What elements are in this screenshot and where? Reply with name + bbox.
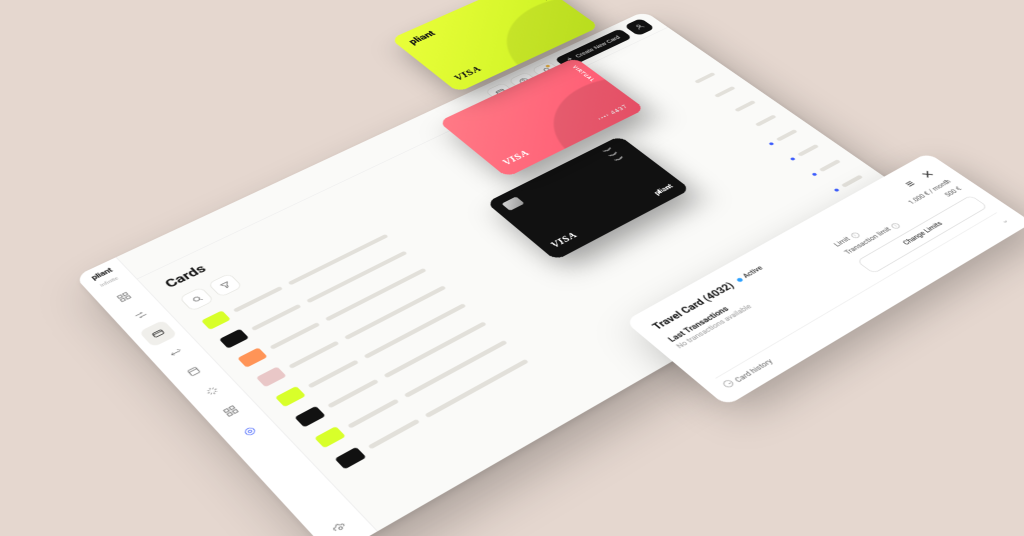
nav-settings[interactable] bbox=[318, 512, 362, 536]
placeholder-line bbox=[714, 86, 736, 98]
filter-button[interactable] bbox=[207, 273, 243, 297]
visa-logo: VISA bbox=[451, 64, 484, 82]
card-brand: pliant bbox=[406, 0, 537, 47]
clock-icon bbox=[721, 379, 735, 389]
status-dot bbox=[833, 188, 839, 192]
visa-logo: VISA bbox=[499, 148, 532, 167]
placeholder-line bbox=[734, 100, 756, 112]
card-last-digits: •••• 4437 bbox=[596, 104, 630, 122]
card-brand: pliant bbox=[652, 183, 675, 197]
card-swatch bbox=[314, 426, 346, 448]
info-icon[interactable]: i bbox=[890, 222, 902, 230]
card-swatch bbox=[275, 386, 306, 407]
profile-button[interactable] bbox=[624, 18, 655, 36]
search-button[interactable] bbox=[179, 287, 215, 312]
status-badge: Active bbox=[734, 265, 765, 284]
card-swatch bbox=[335, 447, 367, 470]
card-swatch bbox=[219, 329, 249, 349]
placeholder-line bbox=[776, 129, 798, 141]
chevron-down-icon[interactable]: ⌄ bbox=[998, 217, 1011, 225]
card-swatch bbox=[201, 310, 231, 330]
placeholder-line bbox=[819, 159, 841, 172]
visa-logo: VISA bbox=[548, 230, 581, 250]
placeholder-line bbox=[797, 144, 819, 156]
card-swatch bbox=[256, 367, 287, 388]
status-dot bbox=[811, 172, 817, 176]
card-history-link[interactable]: Card history bbox=[734, 358, 776, 384]
placeholder-line bbox=[755, 115, 777, 127]
chip-icon bbox=[502, 196, 525, 210]
placeholder-line bbox=[694, 72, 716, 83]
placeholder-line bbox=[841, 175, 863, 188]
status-dot bbox=[789, 157, 795, 161]
card-swatch bbox=[237, 347, 267, 367]
tx-limit-value: 500 € bbox=[943, 186, 963, 198]
status-dot bbox=[768, 142, 774, 146]
card-swatch bbox=[294, 406, 325, 428]
info-icon[interactable]: i bbox=[849, 231, 861, 239]
card-type-label: VIRTUAL bbox=[526, 0, 552, 1]
